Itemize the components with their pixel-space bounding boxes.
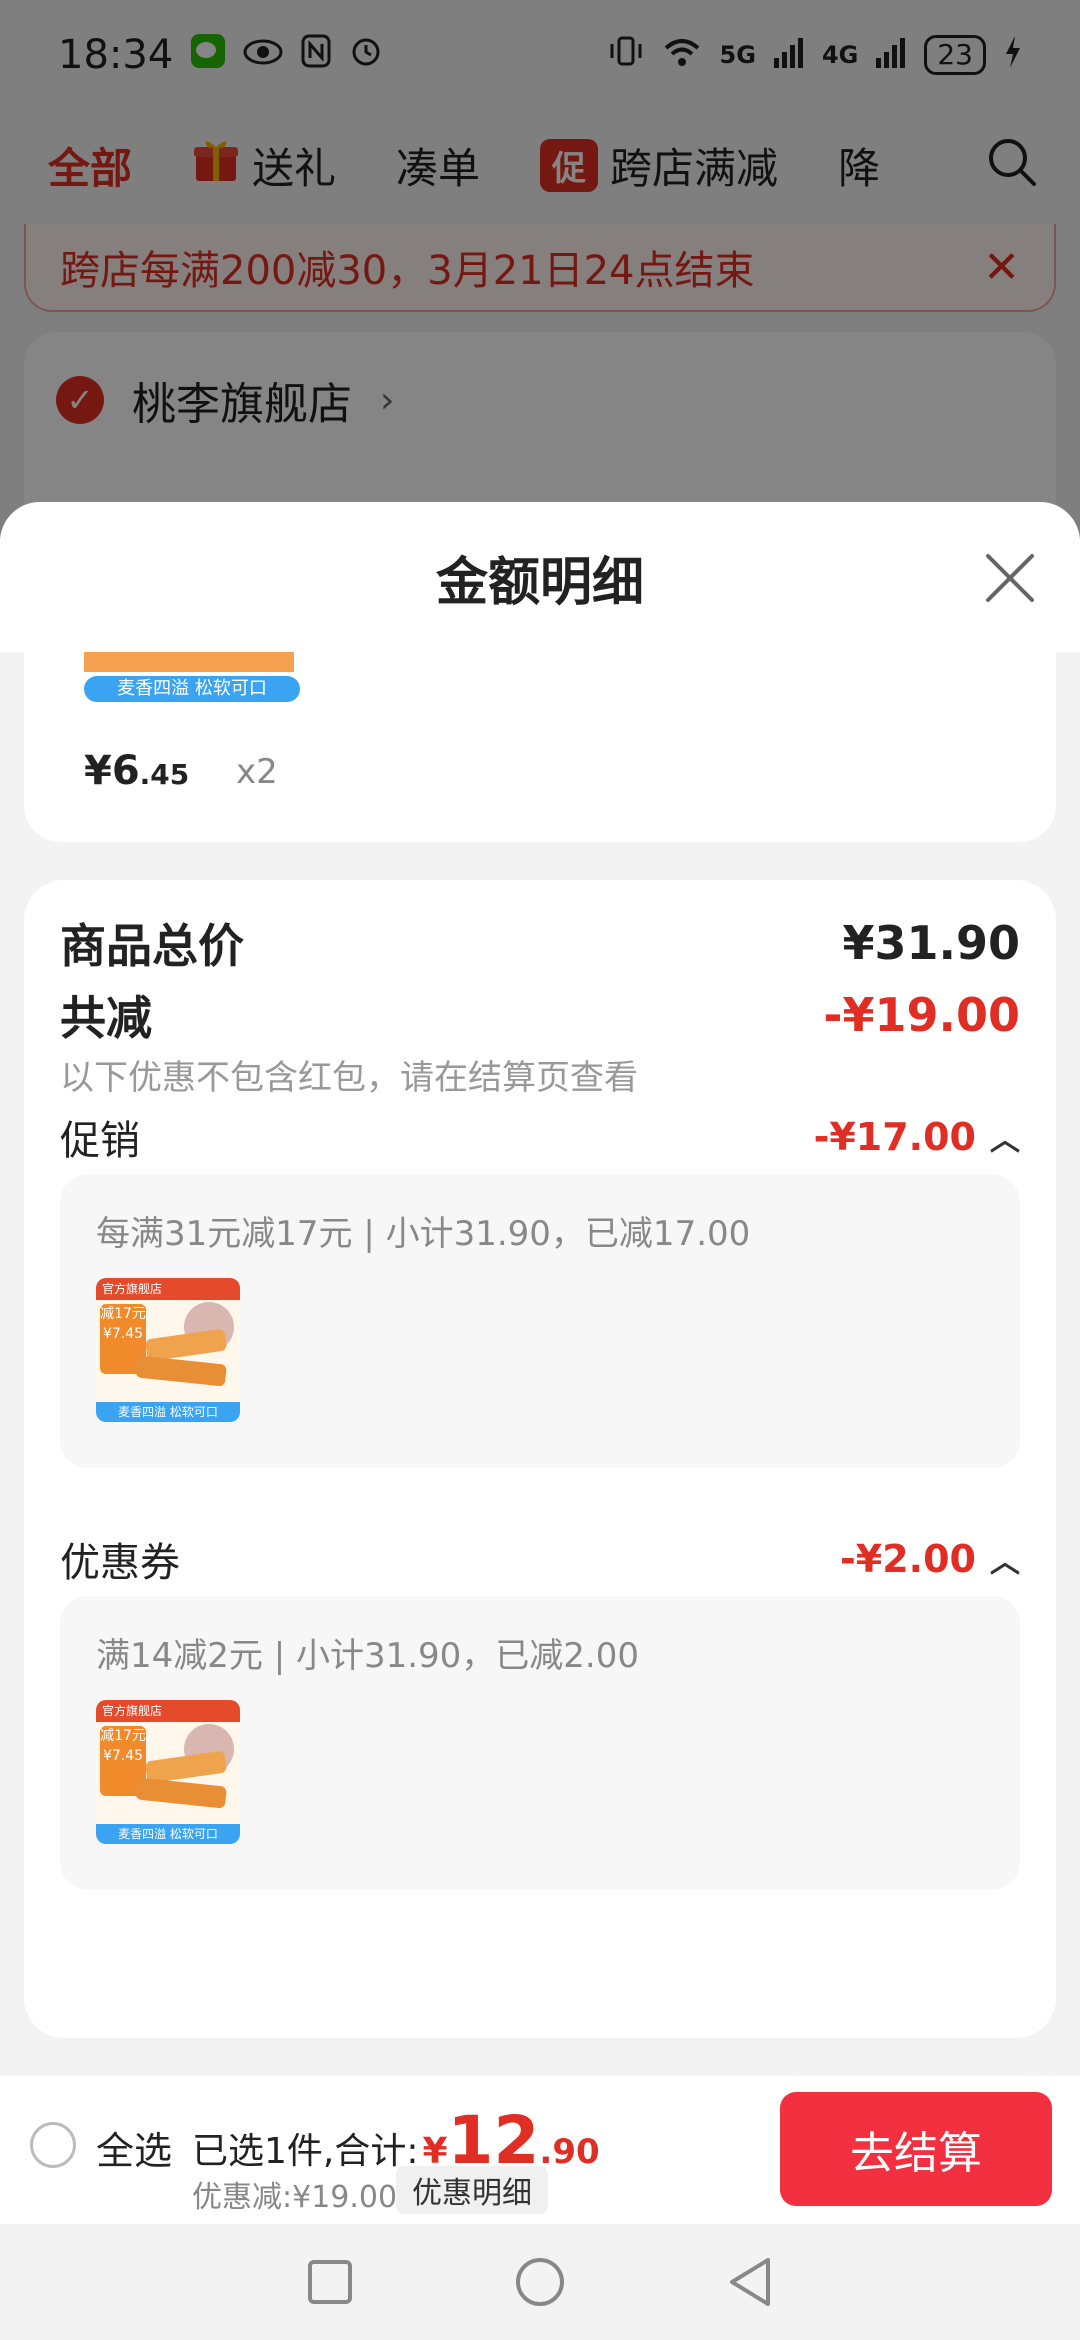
checkout-bar: 全选 已选1件,合计: ¥ 12 .90 优惠减:¥19.00 优惠明细 去结算: [0, 2076, 1080, 2224]
thumb-store-tag: 官方旗舰店: [102, 1704, 163, 1718]
chevron-up-icon[interactable]: ︿: [990, 1115, 1020, 1159]
total-row: 商品总价 ¥31.90: [60, 910, 1020, 976]
cart-item-card: 麦香四溢 松软可口 ¥6.45 x2: [24, 652, 1056, 842]
reduce-row: 共减 -¥19.00: [60, 982, 1020, 1048]
promotion-detail-box: 每满31元减17元 | 小计31.90，已减17.00 官方旗舰店 减17元 ¥…: [60, 1174, 1020, 1468]
item-quantity: x2: [236, 752, 278, 792]
total-amount-dec: .90: [539, 2132, 600, 2172]
close-icon[interactable]: [982, 550, 1038, 606]
coupon-detail-box: 满14减2元 | 小计31.90，已减2.00 官方旗舰店 减17元 ¥7.45…: [60, 1596, 1020, 1890]
sheet-header: 金额明细: [0, 502, 1080, 652]
coupon-detail-text: 满14减2元 | 小计31.90，已减2.00: [96, 1636, 640, 1676]
reduce-value: -¥19.00: [823, 988, 1020, 1042]
home-icon[interactable]: [514, 2256, 566, 2308]
thumb-bread: [135, 1355, 227, 1387]
recent-apps-icon[interactable]: [306, 2258, 354, 2306]
sheet-title: 金额明细: [435, 552, 644, 613]
coupon-row[interactable]: 优惠券 -¥2.00 ︿: [60, 1530, 1020, 1588]
discount-detail-button[interactable]: 优惠明细: [396, 2166, 548, 2214]
product-thumbnail[interactable]: 官方旗舰店 减17元 ¥7.45 麦香四溢 松软可口: [96, 1700, 240, 1844]
reduce-note: 以下优惠不包含红包，请在结算页查看: [60, 1058, 638, 1098]
thumb-bread: [135, 1777, 227, 1809]
item-price-int: ¥6: [84, 748, 140, 794]
reduce-label: 共减: [60, 991, 152, 1045]
product-tag: 麦香四溢 松软可口: [84, 676, 300, 702]
thumb-bottom-tag: 麦香四溢 松软可口: [96, 1402, 240, 1422]
select-all-label[interactable]: 全选: [96, 2120, 172, 2175]
coupon-label: 优惠券: [60, 1540, 180, 1586]
item-price-dec: .45: [139, 758, 190, 791]
total-label: 商品总价: [60, 919, 244, 973]
promotion-row[interactable]: 促销 -¥17.00 ︿: [60, 1108, 1020, 1166]
price-detail-card: 商品总价 ¥31.90 共减 -¥19.00 以下优惠不包含红包，请在结算页查看…: [24, 880, 1056, 2038]
amount-detail-sheet: 金额明细 麦香四溢 松软可口 ¥6.45 x2 商品总价 ¥31.90 共减 -…: [0, 502, 1080, 2076]
checkout-button[interactable]: 去结算: [780, 2092, 1052, 2206]
chevron-up-icon[interactable]: ︿: [990, 1537, 1020, 1581]
thumb-store-tag: 官方旗舰店: [102, 1282, 163, 1296]
coupon-value: -¥2.00: [840, 1537, 976, 1581]
selected-text: 已选1件,合计:: [192, 2131, 419, 2172]
thumb-bottom-tag: 麦香四溢 松软可口: [96, 1824, 240, 1844]
discount-text: 优惠减:¥19.00: [192, 2180, 398, 2215]
promotion-label: 促销: [60, 1118, 140, 1164]
select-all-radio[interactable]: [30, 2122, 76, 2168]
promotion-detail-text: 每满31元减17元 | 小计31.90，已减17.00: [96, 1214, 751, 1254]
total-value: ¥31.90: [842, 916, 1020, 970]
product-thumbnail[interactable]: 官方旗舰店 减17元 ¥7.45 麦香四溢 松软可口: [96, 1278, 240, 1422]
back-icon[interactable]: [726, 2256, 774, 2308]
system-nav-bar: [0, 2224, 1080, 2340]
item-price: ¥6.45: [84, 748, 189, 794]
promotion-value: -¥17.00: [813, 1115, 976, 1159]
